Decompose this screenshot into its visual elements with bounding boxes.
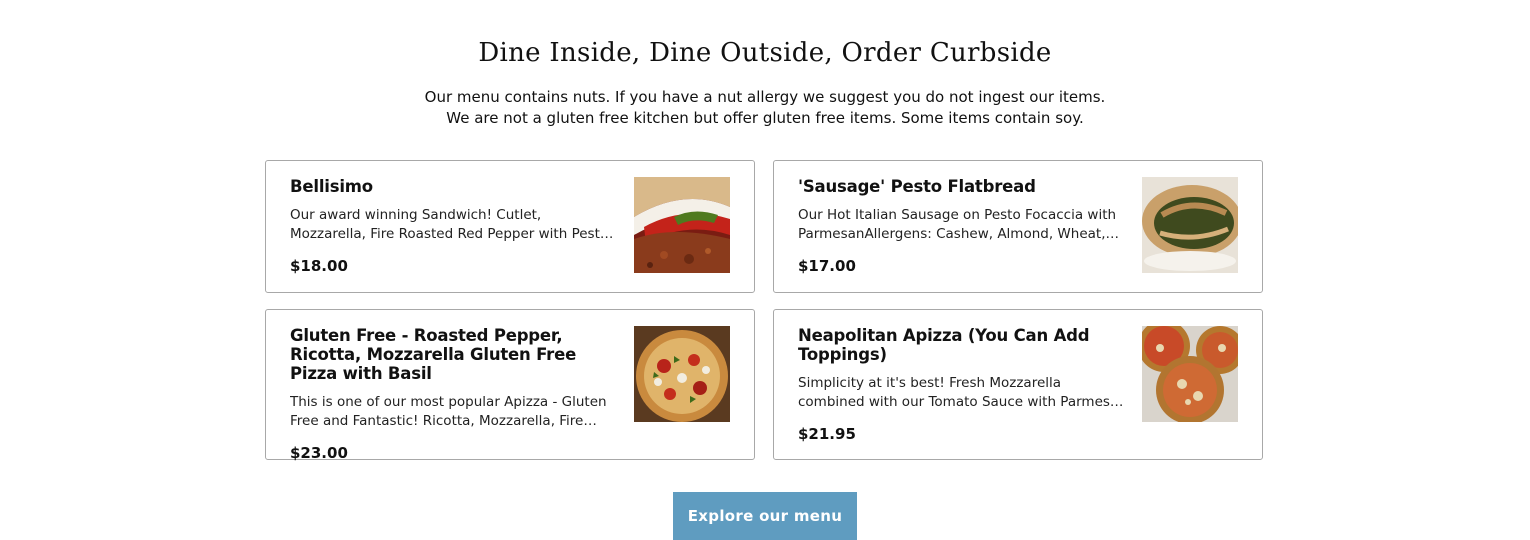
menu-item-name[interactable]: 'Sausage' Pesto Flatbread: [798, 177, 1128, 196]
sandwich-photo[interactable]: [634, 177, 730, 273]
apizza-photo[interactable]: [1142, 326, 1238, 422]
menu-item-card[interactable]: Gluten Free - Roasted Pepper, Ricotta, M…: [265, 309, 755, 462]
menu-item-card[interactable]: Bellisimo Our award winning Sandwich! Cu…: [265, 160, 755, 293]
menu-item-description: Simplicity at it's best! Fresh Mozzarell…: [798, 375, 1127, 410]
menu-item-card[interactable]: Neapolitan Apizza (You Can Add Toppings)…: [773, 309, 1263, 460]
menu-item-price: $17.00: [798, 257, 856, 275]
menu-item-price: $21.95: [798, 425, 856, 443]
flatbread-photo[interactable]: [1142, 177, 1238, 273]
explore-menu-button[interactable]: Explore our menu: [673, 492, 857, 540]
menu-item-description: Our Hot Italian Sausage on Pesto Focacci…: [798, 207, 1117, 242]
menu-item-price: $18.00: [290, 257, 348, 275]
menu-item-name[interactable]: Gluten Free - Roasted Pepper, Ricotta, M…: [290, 326, 620, 383]
intro-text: Our menu contains nuts. If you have a nu…: [0, 87, 1530, 129]
nut-allergy-notice: Our menu contains nuts. If you have a nu…: [424, 88, 1106, 106]
menu-item-card[interactable]: 'Sausage' Pesto Flatbread Our Hot Italia…: [773, 160, 1263, 293]
pizza-photo[interactable]: [634, 326, 730, 422]
menu-item-description: Our award winning Sandwich! Cutlet, Mozz…: [290, 207, 609, 242]
gluten-notice: We are not a gluten free kitchen but off…: [446, 109, 1084, 127]
menu-item-price: $23.00: [290, 444, 348, 462]
menu-item-name[interactable]: Bellisimo: [290, 177, 620, 196]
section-heading: Dine Inside, Dine Outside, Order Curbsid…: [478, 38, 1052, 68]
menu-item-description: This is one of our most popular Apizza -…: [290, 394, 607, 429]
menu-item-name[interactable]: Neapolitan Apizza (You Can Add Toppings): [798, 326, 1128, 364]
